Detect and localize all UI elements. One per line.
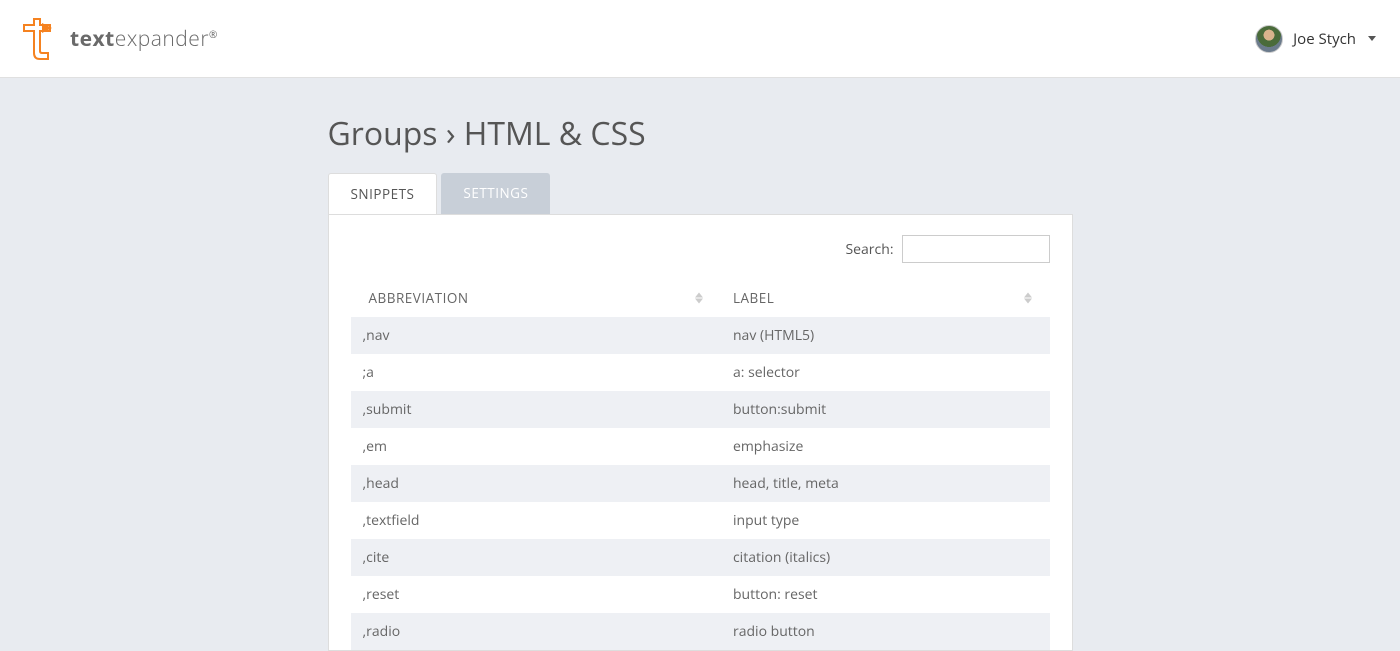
- user-name: Joe Stych: [1293, 29, 1356, 49]
- user-menu[interactable]: Joe Stych: [1255, 25, 1376, 53]
- page-title: Groups › HTML & CSS: [328, 112, 1073, 155]
- table-row[interactable]: ,headhead, title, meta: [351, 465, 1050, 502]
- cell-abbreviation: ,cite: [351, 539, 721, 576]
- table-row[interactable]: ,textfieldinput type: [351, 502, 1050, 539]
- cell-abbreviation: ,nav: [351, 317, 721, 354]
- cell-label: emphasize: [721, 428, 1050, 465]
- cell-label: a: selector: [721, 354, 1050, 391]
- cell-label: citation (italics): [721, 539, 1050, 576]
- breadcrumb-separator: ›: [446, 112, 456, 155]
- chevron-down-icon: [1368, 36, 1376, 41]
- cell-label: button:submit: [721, 391, 1050, 428]
- brand-text: textexpander®: [70, 25, 218, 53]
- search-input[interactable]: [902, 235, 1050, 263]
- col-header-abbreviation[interactable]: ABBREVIATION: [351, 279, 721, 317]
- cell-label: nav (HTML5): [721, 317, 1050, 354]
- breadcrumb-current: HTML & CSS: [464, 112, 646, 155]
- snippets-table: ABBREVIATION LABEL ,navnav (HTML5);aa: s…: [351, 279, 1050, 650]
- cell-label: button: reset: [721, 576, 1050, 613]
- col-header-label[interactable]: LABEL: [721, 279, 1050, 317]
- cell-abbreviation: ,submit: [351, 391, 721, 428]
- cell-label: head, title, meta: [721, 465, 1050, 502]
- textexpander-logo-icon: [20, 15, 58, 63]
- tabs: SNIPPETS SETTINGS: [328, 173, 1073, 214]
- logo-area[interactable]: textexpander®: [20, 15, 218, 63]
- cell-abbreviation: ,textfield: [351, 502, 721, 539]
- table-row[interactable]: ,resetbutton: reset: [351, 576, 1050, 613]
- table-row[interactable]: ,radioradio button: [351, 613, 1050, 650]
- tab-settings[interactable]: SETTINGS: [441, 173, 550, 214]
- avatar: [1255, 25, 1283, 53]
- cell-abbreviation: ,em: [351, 428, 721, 465]
- search-label: Search:: [845, 240, 893, 259]
- table-row[interactable]: ,ememphasize: [351, 428, 1050, 465]
- cell-label: radio button: [721, 613, 1050, 650]
- table-row[interactable]: ,navnav (HTML5): [351, 317, 1050, 354]
- tab-snippets[interactable]: SNIPPETS: [328, 173, 438, 214]
- cell-abbreviation: ;a: [351, 354, 721, 391]
- cell-abbreviation: ,head: [351, 465, 721, 502]
- search-row: Search:: [351, 235, 1050, 263]
- top-header: textexpander® Joe Stych: [0, 0, 1400, 78]
- cell-abbreviation: ,reset: [351, 576, 721, 613]
- table-row[interactable]: ;aa: selector: [351, 354, 1050, 391]
- cell-abbreviation: ,radio: [351, 613, 721, 650]
- table-row[interactable]: ,submitbutton:submit: [351, 391, 1050, 428]
- sort-icon: [1024, 293, 1032, 304]
- table-row[interactable]: ,citecitation (italics): [351, 539, 1050, 576]
- breadcrumb-groups[interactable]: Groups: [328, 112, 438, 155]
- cell-label: input type: [721, 502, 1050, 539]
- sort-icon: [695, 293, 703, 304]
- panel: Search: ABBREVIATION LABEL: [328, 214, 1073, 651]
